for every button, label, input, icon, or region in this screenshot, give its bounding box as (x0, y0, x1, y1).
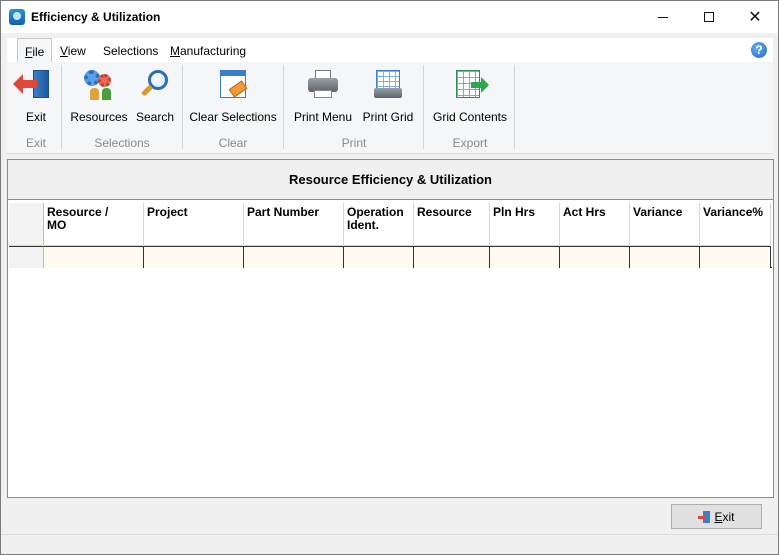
menu-file-label: ile (32, 45, 45, 59)
column-header-part-number[interactable]: Part Number (244, 203, 344, 246)
close-icon: ✕ (748, 9, 762, 26)
menu-manufacturing-mnemonic: M (170, 44, 180, 58)
column-header-operation-line1: Operation (347, 205, 404, 219)
app-window: Efficiency & Utilization ✕ File View Sel… (0, 0, 779, 555)
ribbon-separator (423, 65, 424, 149)
grid-cell[interactable] (630, 246, 700, 268)
group-label-selections: Selections (94, 136, 150, 150)
export-grid-icon (453, 68, 489, 100)
column-header-variance[interactable]: Variance (630, 203, 700, 246)
print-grid-icon (371, 68, 405, 100)
help-icon[interactable]: ? (751, 42, 767, 58)
ribbon-print-grid-label: Print Grid (362, 110, 414, 124)
close-button[interactable]: ✕ (732, 1, 778, 33)
app-logo-icon (9, 9, 25, 25)
menu-file[interactable]: File (17, 38, 53, 63)
group-label-clear: Clear (218, 136, 248, 150)
ribbon-separator (283, 65, 284, 149)
grid-cell[interactable] (44, 246, 144, 268)
column-header-resource-mo-line1: Resource / (47, 205, 109, 219)
grid-cell[interactable] (560, 246, 630, 268)
menu-selections[interactable]: Selections (96, 38, 165, 62)
grid-cell[interactable] (490, 246, 560, 268)
exit-door-icon (13, 68, 53, 100)
ribbon-print-menu-button[interactable]: Print Menu (293, 66, 353, 124)
ribbon-clear-selections-button[interactable]: Clear Selections (189, 66, 277, 124)
ribbon-separator (182, 65, 183, 149)
column-header-resource-label: Resource (417, 205, 472, 219)
grid-cell[interactable] (414, 246, 490, 268)
ribbon-clear-selections-label: Clear Selections (189, 110, 277, 124)
ribbon-separator (61, 65, 62, 149)
magnifier-icon (138, 68, 172, 100)
group-label-print: Print (341, 136, 367, 150)
panel-title: Resource Efficiency & Utilization (8, 160, 773, 200)
ribbon-search-button[interactable]: Search (135, 66, 175, 124)
column-header-project[interactable]: Project (144, 203, 244, 246)
resources-gears-icon (82, 68, 116, 100)
column-header-pln-hrs[interactable]: Pln Hrs (490, 203, 560, 246)
group-label-export: Export (452, 136, 488, 150)
ribbon-resources-button[interactable]: Resources (69, 66, 129, 124)
grid-cell[interactable] (244, 246, 344, 268)
menu-view-mnemonic: V (60, 44, 68, 58)
column-header-variance-pct-label: Variance% (703, 205, 764, 219)
column-header-variance-pct[interactable]: Variance% (700, 203, 771, 246)
column-header-act-hrs-label: Act Hrs (563, 205, 606, 219)
grid-cell[interactable] (700, 246, 771, 268)
printer-icon (306, 68, 340, 100)
ribbon-print-menu-label: Print Menu (293, 110, 353, 124)
eraser-grid-icon (216, 68, 250, 100)
menu-view-label: iew (67, 44, 86, 58)
status-bar (1, 534, 778, 554)
column-header-operation-line2: Ident. (347, 218, 379, 232)
minimize-button[interactable] (640, 1, 686, 33)
ribbon-grid-contents-button[interactable]: Grid Contents (433, 66, 507, 124)
maximize-icon (704, 12, 714, 22)
maximize-button[interactable] (686, 1, 732, 33)
grid-cell[interactable] (344, 246, 414, 268)
exit-button[interactable]: Exit (671, 504, 762, 529)
ribbon-resources-label: Resources (70, 110, 128, 124)
report-panel: Resource Efficiency & Utilization Resour… (7, 159, 774, 498)
ribbon-grid-contents-label: Grid Contents (432, 110, 508, 124)
column-header-variance-label: Variance (633, 205, 683, 219)
column-header-part-number-label: Part Number (247, 205, 320, 219)
column-header-resource-mo[interactable]: Resource / MO (44, 203, 144, 246)
row-header-corner (9, 203, 44, 246)
menu-manufacturing-label: anufacturing (180, 44, 247, 58)
grid-cell[interactable] (144, 246, 244, 268)
ribbon: Exit Exit Resources Search Selections Cl… (7, 62, 773, 154)
ribbon-exit-button[interactable]: Exit (13, 66, 55, 124)
ribbon-exit-label: Exit (25, 110, 46, 124)
exit-door-icon (698, 510, 711, 523)
ribbon-search-label: Search (135, 110, 175, 124)
column-header-project-label: Project (147, 205, 188, 219)
menu-view[interactable]: View (53, 38, 93, 62)
ribbon-separator (514, 65, 515, 149)
row-selector[interactable] (9, 246, 44, 268)
menu-bar: File View Selections Manufacturing ? (7, 38, 773, 63)
column-header-resource-mo-line2: MO (47, 218, 67, 232)
window-title: Efficiency & Utilization (31, 10, 161, 24)
exit-button-label: xit (722, 509, 735, 524)
minimize-icon (658, 16, 668, 18)
title-bar: Efficiency & Utilization ✕ (1, 1, 778, 33)
grid-header-row: Resource / MO Project Part Number Operati… (9, 203, 772, 246)
exit-button-mnemonic: E (714, 509, 723, 524)
column-header-operation-ident[interactable]: Operation Ident. (344, 203, 414, 246)
column-header-act-hrs[interactable]: Act Hrs (560, 203, 630, 246)
grid-filter-row[interactable] (9, 246, 772, 268)
column-header-pln-hrs-label: Pln Hrs (493, 205, 536, 219)
column-header-resource[interactable]: Resource (414, 203, 490, 246)
group-label-exit: Exit (25, 136, 46, 150)
menu-manufacturing[interactable]: Manufacturing (163, 38, 253, 62)
menu-selections-label: Selections (103, 44, 159, 58)
results-grid[interactable]: Resource / MO Project Part Number Operati… (9, 203, 772, 268)
ribbon-print-grid-button[interactable]: Print Grid (361, 66, 415, 124)
